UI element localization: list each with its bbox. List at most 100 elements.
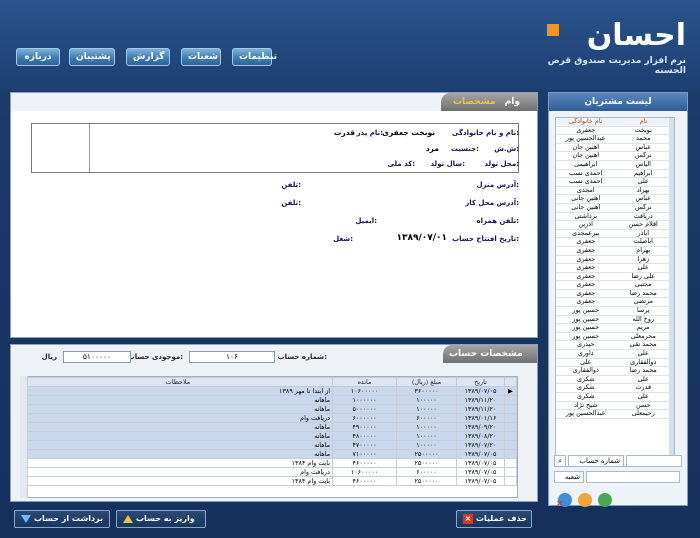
list-item[interactable]: مریم حسین پور bbox=[556, 323, 672, 333]
menu-branches[interactable]: شعبات bbox=[181, 48, 221, 66]
customer-list-panel: لیست مشتریان نام نام خانوادگی نوبخت جعفری… bbox=[548, 92, 688, 506]
delete-operation-button[interactable]: × حذف عملیات bbox=[456, 510, 532, 528]
account-number-field[interactable]: ۱۰۶ bbox=[189, 351, 275, 363]
search-icon[interactable]: ⌕ bbox=[554, 455, 566, 467]
table-row[interactable]: ۱۳۸۹/۰۷/۲۰ ۱۰۰۰۰۰ ۴۷۰۰۰۰۰ ماهانه bbox=[23, 440, 517, 450]
list-item[interactable]: علی رضا جعفری bbox=[556, 272, 672, 282]
list-item[interactable]: اباصلت جعفری bbox=[556, 237, 672, 247]
list-item[interactable]: دریافت برداشتی bbox=[556, 212, 672, 222]
tab-loan[interactable]: وام bbox=[505, 97, 520, 107]
list-item[interactable]: عباس آهنین جانی bbox=[556, 194, 672, 204]
list-item[interactable]: نوبخت جعفری bbox=[556, 126, 672, 136]
table-row[interactable]: ۱۳۸۹/۰۱/۱۶ ۶۰۰۰۰۰ ۶۰۰۰۰۰۰ دریافت وام bbox=[23, 413, 517, 423]
table-row[interactable]: ۱۳۸۹/۰۷/۰۵ ۲۵۰۰۰۰۰ ۴۶۰۰۰۰۰ بابت وام ۱۳۸۴ bbox=[23, 476, 517, 486]
row-selector[interactable] bbox=[504, 467, 517, 477]
list-item[interactable]: مجتبی جعفری bbox=[556, 280, 672, 290]
list-item[interactable]: زهرا جعفری bbox=[556, 255, 672, 265]
cell-date: ۱۳۸۹/۰۱/۱۶ bbox=[456, 413, 505, 423]
edit-user-icon[interactable] bbox=[578, 493, 592, 507]
list-item[interactable]: اقلام حسن آذرین bbox=[556, 220, 672, 230]
list-item[interactable]: ابراهیم احمدی نسب bbox=[556, 169, 672, 179]
grid-header-amount[interactable]: مبلغ (ریال) bbox=[396, 377, 457, 387]
brand-word: احسان bbox=[586, 18, 686, 53]
customer-last-name: شیخ نژاد bbox=[556, 401, 616, 411]
list-item[interactable]: الیاس ابراهیمی bbox=[556, 160, 672, 170]
customer-first-name: علی bbox=[615, 375, 672, 385]
grid-header-balance[interactable]: مانده bbox=[332, 377, 397, 387]
delete-user-icon[interactable]: × bbox=[556, 493, 572, 509]
transactions-grid[interactable]: تاریخ مبلغ (ریال) مانده ملاحظات ▶ ۱۳۸۹/۰۷… bbox=[22, 376, 518, 498]
list-item[interactable]: علی داوری bbox=[556, 349, 672, 359]
list-item[interactable]: محمد رضا جعفری bbox=[556, 289, 672, 299]
list-item[interactable]: علی شکری bbox=[556, 392, 672, 402]
list-item[interactable]: علی جعفری bbox=[556, 263, 672, 273]
row-selector[interactable] bbox=[504, 449, 517, 459]
customer-last-name: حسین پور bbox=[556, 332, 616, 342]
search-input[interactable] bbox=[626, 455, 682, 467]
grid-header-notes[interactable]: ملاحظات bbox=[23, 377, 333, 387]
withdraw-button[interactable]: برداشت از حساب bbox=[14, 510, 110, 528]
tab-details[interactable]: مشخصات bbox=[453, 97, 496, 107]
id-label: ش.ش: bbox=[494, 145, 519, 153]
list-item[interactable]: علی احمدی نسب bbox=[556, 177, 672, 187]
list-item[interactable]: محرمعلی حسین پور bbox=[556, 332, 672, 342]
menu-settings[interactable]: تنظیمات bbox=[232, 48, 277, 66]
customer-table-wrap[interactable]: نام نام خانوادگی نوبخت جعفری محمد عبدالحسین… bbox=[555, 117, 675, 467]
col-family-header[interactable]: نام خانوادگی bbox=[556, 118, 616, 127]
row-selector[interactable] bbox=[504, 395, 517, 405]
table-row[interactable]: ▶ ۱۳۸۹/۰۷/۰۵ ۳۶۰۰۰۰۰ ۱۰۶۰۰۰۰۰ از ابتدا تا مه… bbox=[23, 386, 517, 396]
grid-header-date[interactable]: تاریخ bbox=[456, 377, 505, 387]
menu-report[interactable]: گزارش bbox=[126, 48, 170, 66]
row-selector[interactable] bbox=[504, 476, 517, 486]
list-item[interactable]: حسن شیخ نژاد bbox=[556, 401, 672, 411]
customer-first-name: مرتضی bbox=[615, 297, 672, 308]
list-item[interactable]: مرتضی جعفری bbox=[556, 297, 672, 308]
table-row[interactable]: ۱۳۸۹/۰۹/۲۰ ۱۰۰۰۰۰ ۴۹۰۰۰۰۰ ماهانه bbox=[23, 422, 517, 432]
list-item[interactable]: قدرت شکری bbox=[556, 383, 672, 393]
list-item[interactable]: اباذر بیرعمجدی bbox=[556, 229, 672, 239]
row-selector[interactable] bbox=[504, 458, 517, 468]
row-selector[interactable] bbox=[504, 404, 517, 414]
row-selector[interactable] bbox=[504, 440, 517, 450]
table-row[interactable]: ۱۳۸۹/۰۷/۰۵ ۲۵۰۰۰۰۰ ۴۶۰۰۰۰۰ بابت وام ۱۳۸۴ bbox=[23, 458, 517, 468]
list-item[interactable]: ذوالفقاری علی bbox=[556, 358, 672, 368]
list-item[interactable]: بهزاد امجدی bbox=[556, 186, 672, 196]
table-row[interactable]: ۱۳۸۹/۰۸/۲۰ ۱۰۰۰۰۰ ۴۸۰۰۰۰۰ ماهانه bbox=[23, 431, 517, 441]
customer-last-name: آهنین جان bbox=[556, 143, 616, 153]
list-item[interactable]: نرگس آهنین جانی bbox=[556, 203, 672, 213]
list-item[interactable]: نرگس آهنین جان bbox=[556, 151, 672, 161]
menu-backup[interactable]: پشتیبان bbox=[69, 48, 115, 66]
grid-scrollbar[interactable] bbox=[20, 376, 28, 498]
list-item[interactable]: محمد رضا ذوالفقاری bbox=[556, 366, 672, 376]
list-item[interactable]: عباس آهنین جان bbox=[556, 143, 672, 153]
add-user-icon[interactable] bbox=[598, 493, 612, 507]
customer-list-scrollbar[interactable] bbox=[669, 118, 674, 466]
row-selector[interactable] bbox=[504, 422, 517, 432]
balance-label: موجودی حساب: bbox=[127, 353, 183, 361]
list-item[interactable]: روح الله حسین پور bbox=[556, 315, 672, 325]
col-name-header[interactable]: نام bbox=[615, 118, 672, 127]
search-type-select[interactable]: شماره حساب bbox=[568, 455, 624, 467]
customer-first-name: عباس bbox=[615, 194, 672, 204]
branch-select[interactable]: شعبه bbox=[554, 471, 584, 483]
table-row[interactable]: ۱۳۸۹/۰۷/۰۵ ۲۵۰۰۰۰۰ ۷۱۰۰۰۰۰ ماهانه bbox=[23, 449, 517, 459]
row-selector[interactable]: ▶ bbox=[504, 386, 517, 396]
list-item[interactable]: پرسا حسین پور bbox=[556, 306, 672, 316]
customer-last-name: جعفری bbox=[556, 237, 616, 247]
cell-notes: ماهانه bbox=[23, 440, 333, 450]
list-item[interactable]: بهرام جعفری bbox=[556, 246, 672, 256]
branch-input[interactable] bbox=[586, 471, 680, 483]
list-item[interactable]: محمد تقی حیدری bbox=[556, 340, 672, 351]
list-item[interactable]: محمد عبدالحسین پور bbox=[556, 134, 672, 144]
row-selector[interactable] bbox=[504, 431, 517, 441]
table-row[interactable]: ۱۳۸۹/۱۱/۲۰ ۱۰۰۰۰۰ ۵۰۰۰۰۰۰ ماهانه bbox=[23, 404, 517, 414]
list-item[interactable]: علی شکری bbox=[556, 375, 672, 385]
cell-balance: ۱۰۶۰۰۰۰۰ bbox=[332, 467, 397, 477]
deposit-button[interactable]: واریز به حساب bbox=[116, 510, 206, 528]
list-item[interactable]: رحیمعلی عبدالحسین پور bbox=[556, 409, 672, 419]
table-row[interactable]: ۱۳۸۹/۰۷/۰۵ ۶۰۰۰۰۰ ۱۰۶۰۰۰۰۰ دریافت وام bbox=[23, 467, 517, 477]
cell-notes: ماهانه bbox=[23, 449, 333, 459]
menu-about[interactable]: درباره bbox=[16, 48, 60, 66]
row-selector[interactable] bbox=[504, 413, 517, 423]
table-row[interactable]: ۱۳۸۹/۱۱/۲۰ ۱۰۰۰۰۰ ۱۰۰۰۰۰۰ ماهانه bbox=[23, 395, 517, 405]
